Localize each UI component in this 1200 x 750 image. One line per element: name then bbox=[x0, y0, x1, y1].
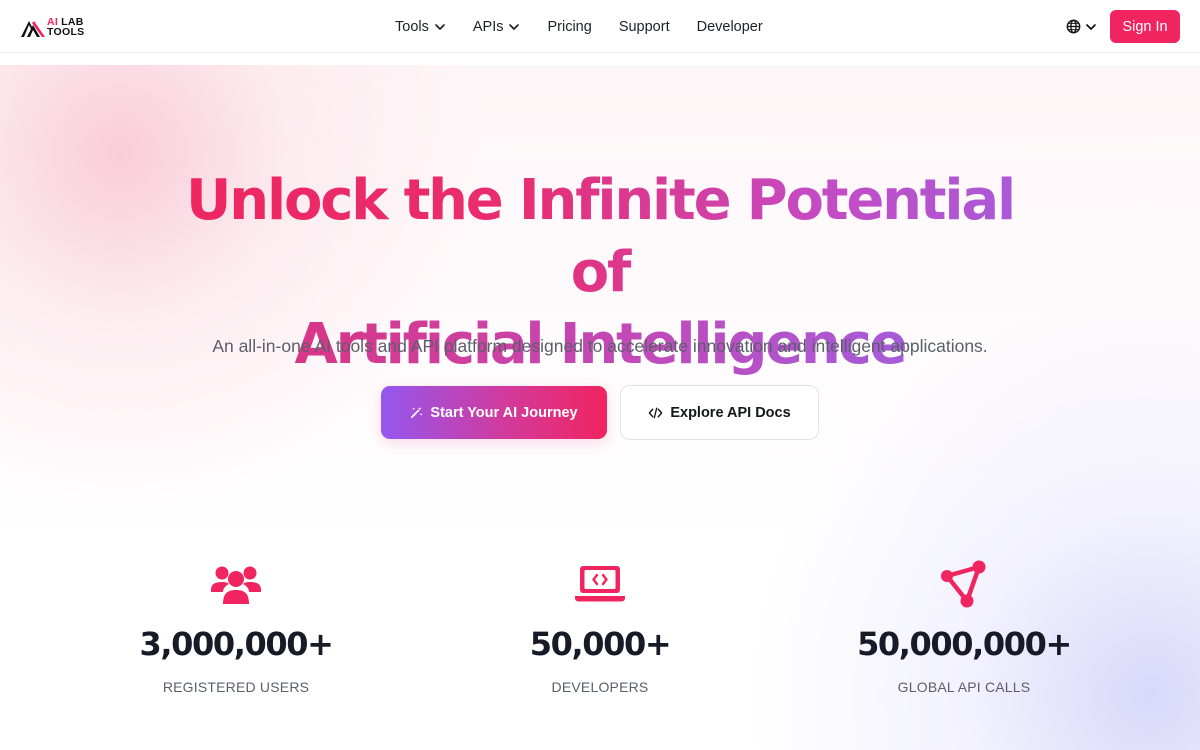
nav-item-label: Developer bbox=[696, 18, 763, 35]
chevron-down-icon bbox=[509, 23, 520, 30]
nav-item-apis[interactable]: APIs bbox=[473, 19, 521, 35]
nav-item-label: Tools bbox=[395, 18, 429, 35]
nav-item-label: APIs bbox=[472, 18, 504, 35]
brand-logo[interactable]: AI LAB TOOLS bbox=[20, 15, 84, 39]
start-ai-journey-button[interactable]: Start Your AI Journey bbox=[381, 386, 607, 439]
stat-developers: 50,000+ DEVELOPERS bbox=[450, 558, 750, 695]
logo-wordmark: AI LAB TOOLS bbox=[47, 17, 85, 38]
stat-value: 3,000,000+ bbox=[139, 625, 334, 663]
globe-icon bbox=[1066, 19, 1081, 34]
language-selector[interactable] bbox=[1066, 19, 1097, 34]
stat-registered-users: 3,000,000+ REGISTERED USERS bbox=[86, 558, 386, 695]
hero-subtitle: An all-in-one AI tools and API platform … bbox=[212, 336, 988, 356]
stat-global-api-calls: 50,000,000+ GLOBAL API CALLS bbox=[814, 558, 1114, 695]
hero-title-line-1: Unlock the Infinite Potential of bbox=[160, 165, 1040, 309]
stat-value: 50,000,000+ bbox=[857, 625, 1072, 663]
nav-item-support[interactable]: Support bbox=[619, 19, 670, 35]
users-icon bbox=[211, 566, 261, 604]
stat-label: REGISTERED USERS bbox=[162, 679, 310, 695]
nav-item-label: Pricing bbox=[547, 18, 592, 35]
nav-item-pricing[interactable]: Pricing bbox=[547, 19, 591, 35]
chevron-down-icon bbox=[1086, 23, 1096, 30]
magic-wand-icon bbox=[411, 406, 423, 418]
main-nav: Tools APIs Pricing Support Developer bbox=[395, 0, 790, 53]
nodes-icon bbox=[941, 560, 986, 608]
nav-item-label: Support bbox=[618, 18, 670, 35]
stat-value: 50,000+ bbox=[529, 625, 672, 663]
stat-label: DEVELOPERS bbox=[551, 679, 649, 695]
start-ai-journey-label: Start Your AI Journey bbox=[430, 404, 578, 421]
logo-text-tools: TOOLS bbox=[47, 26, 85, 38]
sign-in-button[interactable]: Sign In bbox=[1110, 10, 1180, 43]
logo-mark-icon bbox=[21, 21, 45, 37]
top-navigation-bar: AI LAB TOOLS Tools APIs Pricing Support … bbox=[0, 0, 1200, 53]
nav-item-tools[interactable]: Tools bbox=[395, 19, 446, 35]
nav-item-developer[interactable]: Developer bbox=[697, 19, 763, 35]
stat-label: GLOBAL API CALLS bbox=[897, 679, 1031, 695]
laptop-code-icon bbox=[575, 566, 625, 602]
chevron-down-icon bbox=[435, 23, 445, 30]
hero-section: Unlock the Infinite Potential of Artific… bbox=[0, 65, 1200, 750]
explore-api-docs-label: Explore API Docs bbox=[670, 404, 791, 421]
code-icon bbox=[649, 407, 663, 418]
explore-api-docs-button[interactable]: Explore API Docs bbox=[620, 385, 819, 440]
